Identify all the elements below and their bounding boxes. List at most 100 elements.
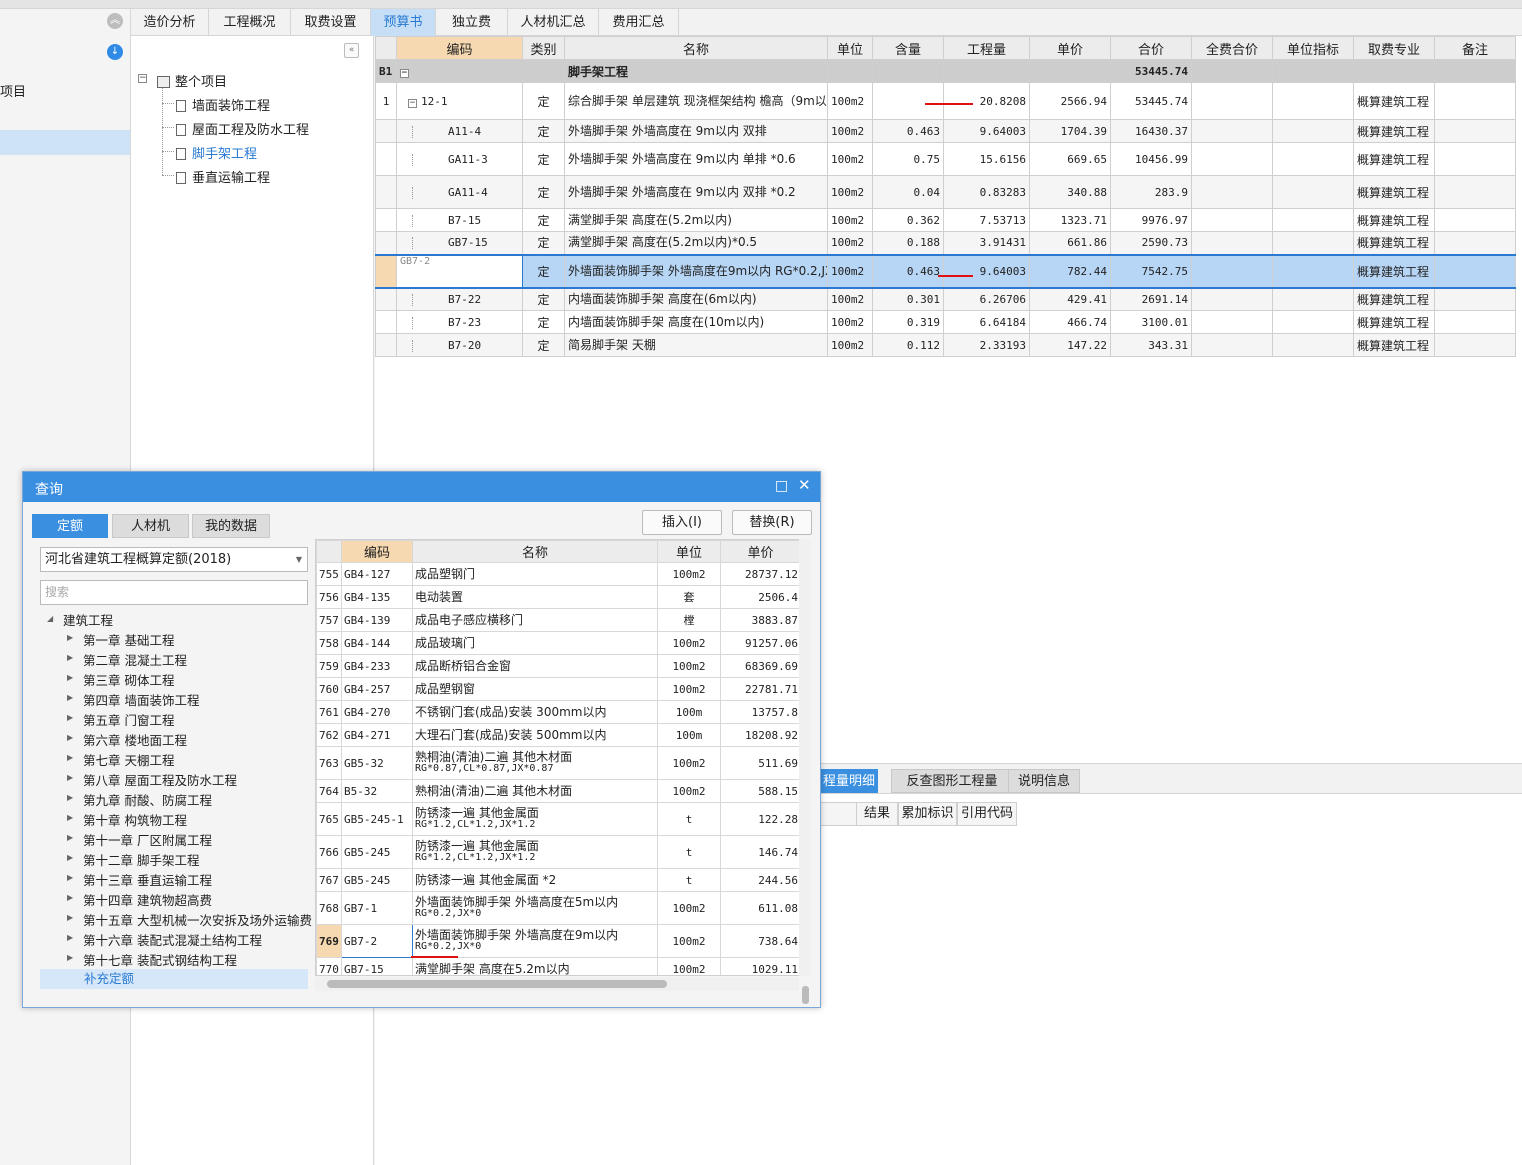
table-row[interactable]: 766 GB5-245 防锈漆一遍 其他金属面 RG*1.2,CL*1.2,JX*1.… [316, 835, 801, 869]
row-content[interactable]: 0.75 [872, 142, 944, 176]
expand-right-icon[interactable]: ▶ [67, 933, 73, 942]
row-full-total[interactable] [1191, 231, 1273, 255]
row-unit[interactable]: 100m2 [657, 891, 721, 925]
row-code[interactable]: GB4-127 [341, 562, 413, 586]
search-input[interactable]: 搜索 [40, 580, 308, 605]
col-quantity[interactable]: 工程量 [943, 36, 1030, 60]
table-row[interactable]: 757 GB4-139 成品电子感应横移门樘 3883.87 [316, 608, 801, 632]
row-name[interactable]: 外墙面装饰脚手架 外墙高度在9m以内 RG*0.2,JX*0 [564, 253, 828, 289]
row-total[interactable]: 16430.37 [1110, 119, 1192, 143]
row-fee-specialty[interactable]: 概算建筑工程 [1353, 287, 1435, 311]
row-number[interactable]: 767 [316, 868, 342, 892]
tree-item-scaffolding[interactable]: 脚手架工程 [176, 143, 257, 162]
chapter-item[interactable]: 第十七章 装配式钢结构工程 [83, 950, 237, 969]
chapter-item[interactable]: 第四章 墙面装饰工程 [83, 690, 199, 709]
row-name[interactable]: 成品塑钢门 [412, 562, 658, 586]
row-price[interactable]: 68369.69 [720, 654, 801, 678]
row-remark[interactable] [1434, 142, 1516, 176]
tree-root-construction[interactable]: 建筑工程 [63, 610, 113, 629]
row-number[interactable] [375, 208, 397, 232]
row-name[interactable]: 外墙脚手架 外墙高度在 9m以内 双排 *0.2 [564, 175, 828, 209]
horizontal-scrollbar[interactable] [315, 977, 799, 991]
row-type[interactable]: 定 [522, 287, 565, 311]
row-number[interactable] [375, 231, 397, 255]
row-total[interactable]: 53445.74 [1110, 82, 1192, 120]
row-quantity[interactable]: 6.26706 [943, 287, 1030, 311]
table-row[interactable]: 761 GB4-270 不锈钢门套(成品)安装 300mm以内 100m 13757.8 [316, 700, 801, 724]
row-name[interactable]: 防锈漆一遍 其他金属面 RG*1.2,CL*1.2,JX*1.2 [412, 835, 658, 869]
table-row[interactable]: 770 GB7-15 满堂脚手架 高度在5.2m以内 100m2 1029.11 [316, 957, 801, 975]
row-unit-index[interactable] [1272, 310, 1354, 334]
maximize-icon[interactable]: □ [775, 478, 788, 494]
table-row[interactable]: 767 GB5-245 防锈漆一遍 其他金属面 *2 t 244.56 [316, 868, 801, 892]
row-full-total[interactable] [1191, 333, 1273, 357]
col-unit-index[interactable]: 单位指标 [1272, 36, 1354, 60]
row-code[interactable]: B7-23 [396, 310, 523, 334]
row-unit[interactable]: 100m2 [827, 253, 873, 289]
row-price[interactable]: 738.64 [720, 924, 801, 958]
tab-graphic-quantity[interactable]: 反查图形工程量 [891, 769, 1013, 793]
row-unit-price[interactable]: 1704.39 [1029, 119, 1111, 143]
row-unit[interactable]: 100m2 [827, 175, 873, 209]
row-remark[interactable] [1434, 310, 1516, 334]
row-number[interactable]: 766 [316, 835, 342, 869]
row-unit[interactable]: 100m2 [827, 333, 873, 357]
row-unit-index[interactable] [1272, 333, 1354, 357]
row-number[interactable] [375, 287, 397, 311]
row-code[interactable]: GB4-270 [341, 700, 413, 724]
expand-right-icon[interactable]: ▶ [67, 633, 73, 642]
tab-independent-fee[interactable]: 独立费 [436, 9, 508, 36]
expand-down-icon[interactable]: ◢ [47, 614, 53, 623]
row-unit-price[interactable]: 669.65 [1029, 142, 1111, 176]
expand-right-icon[interactable]: ▶ [67, 913, 73, 922]
row-number[interactable]: 763 [316, 746, 342, 780]
expand-right-icon[interactable]: ▶ [67, 953, 73, 962]
row-content[interactable]: 0.362 [872, 208, 944, 232]
row-full-total[interactable] [1191, 82, 1273, 120]
row-number[interactable]: 759 [316, 654, 342, 678]
row-total[interactable]: 7542.75 [1110, 253, 1192, 289]
row-quantity[interactable]: 7.53713 [943, 208, 1030, 232]
row-remark[interactable] [1434, 208, 1516, 232]
row-code[interactable]: GB5-245-1 [341, 802, 413, 836]
row-unit[interactable]: 100m2 [657, 957, 721, 975]
chapter-item[interactable]: 第三章 砌体工程 [83, 670, 174, 689]
row-fee-specialty[interactable]: 概算建筑工程 [1353, 175, 1435, 209]
row-content[interactable]: 0.188 [872, 231, 944, 255]
row-name[interactable]: 综合脚手架 单层建筑 现浇框架结构 檐高（9m以内） [564, 82, 828, 120]
collapse-minus-icon[interactable]: − [400, 68, 409, 78]
row-fee-specialty[interactable]: 概算建筑工程 [1353, 142, 1435, 176]
row-code[interactable]: B7-15 [396, 208, 523, 232]
chapter-item[interactable]: 第二章 混凝土工程 [83, 650, 187, 669]
table-row[interactable]: B7-22 定内墙面装饰脚手架 高度在(6m以内) 100m2 0.301 6.2670… [375, 287, 1516, 311]
tree-root[interactable]: 整个项目 [157, 71, 227, 90]
insert-button[interactable]: 插入(I) [642, 510, 722, 535]
expand-right-icon[interactable]: ▶ [67, 673, 73, 682]
row-quantity[interactable]: 20.8208 [943, 82, 1030, 120]
row-type[interactable]: 定 [522, 333, 565, 357]
row-name[interactable]: 满堂脚手架 高度在(5.2m以内)*0.5 [564, 231, 828, 255]
expand-right-icon[interactable]: ▶ [67, 793, 73, 802]
row-full-total[interactable] [1191, 287, 1273, 311]
row-unit[interactable]: 100m2 [657, 924, 721, 958]
row-code[interactable]: GB7-1 [341, 891, 413, 925]
tree-item-wall-decoration[interactable]: 墙面装饰工程 [176, 95, 270, 114]
row-code[interactable]: GB7-2 [341, 924, 413, 958]
row-name[interactable]: 大理石门套(成品)安装 500mm以内 [412, 723, 658, 747]
col-type[interactable]: 类别 [522, 36, 565, 60]
left-selected-item[interactable] [0, 130, 130, 155]
row-content[interactable]: 0.301 [872, 287, 944, 311]
expand-right-icon[interactable]: ▶ [67, 893, 73, 902]
row-price[interactable]: 28737.12 [720, 562, 801, 586]
row-full-total[interactable] [1191, 208, 1273, 232]
download-icon[interactable]: ↓ [107, 44, 123, 60]
tree-root-toggle-icon[interactable]: − [138, 74, 147, 83]
row-unit[interactable]: 樘 [657, 608, 721, 632]
table-row[interactable]: 763 GB5-32 熟桐油(清油)二遍 其他木材面 RG*0.87,CL*0.87,… [316, 746, 801, 780]
supplement-quota-item[interactable]: 补充定额 [40, 969, 308, 989]
row-code[interactable]: −12-1 [396, 82, 523, 120]
expand-right-icon[interactable]: ▶ [67, 853, 73, 862]
qcol-name[interactable]: 名称 [412, 540, 658, 563]
row-name[interactable]: 内墙面装饰脚手架 高度在(6m以内) [564, 287, 828, 311]
table-row[interactable]: 762 GB4-271 大理石门套(成品)安装 500mm以内 100m 18208.9… [316, 723, 801, 747]
